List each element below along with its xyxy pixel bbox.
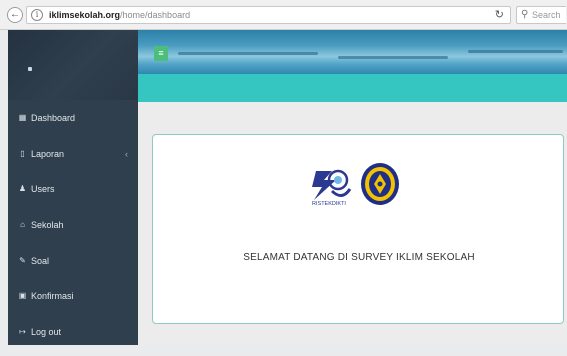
sidebar-item-users[interactable]: ♟ Users [8, 177, 138, 213]
back-arrow-icon[interactable]: ← [7, 7, 23, 23]
sidebar: ▦ Dashboard ▯ Laporan ‹ ♟ Users ⌂ Sekola… [8, 30, 138, 345]
sidebar-item-label: Konfirmasi [31, 291, 74, 302]
welcome-text: SELAMAT DATANG DI SURVEY IKLIM SEKOLAH [243, 252, 475, 263]
url-path: /home/dashboard [120, 10, 191, 20]
confirm-check-icon: ▣ [18, 291, 27, 301]
url-host: iklimsekolah.org [49, 10, 121, 20]
logout-icon: ↦ [19, 327, 26, 337]
edit-pencil-icon: ✎ [19, 255, 26, 265]
banner-wave [178, 52, 318, 55]
sidebar-item-label: Laporan [31, 148, 65, 159]
info-icon[interactable]: i [31, 9, 43, 21]
sidebar-item-label: Sekolah [31, 220, 64, 231]
search-placeholder: Search [532, 10, 561, 20]
sidebar-item-konfirmasi[interactable]: ▣ Konfirmasi [8, 284, 138, 320]
search-input[interactable]: ⚲ Search [516, 6, 566, 24]
reload-icon[interactable]: ↻ [495, 8, 504, 21]
sidebar-nav: ▦ Dashboard ▯ Laporan ‹ ♟ Users ⌂ Sekola… [8, 106, 138, 356]
user-icon: ♟ [18, 184, 27, 194]
document-icon: ▯ [20, 148, 25, 158]
sidebar-item-dashboard[interactable]: ▦ Dashboard [8, 106, 138, 142]
sidebar-item-label: Dashboard [31, 113, 76, 123]
uny-logo [361, 163, 399, 205]
sidebar-item-soal[interactable]: ✎ Soal [8, 249, 138, 285]
sidebar-item-sekolah[interactable]: ⌂ Sekolah [8, 213, 138, 249]
search-icon: ⚲ [521, 9, 529, 20]
sidebar-item-label: Log out [31, 327, 62, 338]
banner-wave [338, 56, 448, 59]
school-building-icon: ⌂ [20, 220, 25, 230]
dashboard-grid-icon: ▦ [18, 113, 27, 122]
ristekdikti-logo-text: RISTEKDIKTI [312, 201, 346, 207]
url-text[interactable]: iklimsekolah.org/home/dashboard [49, 9, 190, 22]
header-banner: ≡ [138, 30, 567, 74]
ristekdikti-logo: RISTEKDIKTI [312, 169, 352, 207]
sidebar-logo-mark [28, 67, 32, 71]
header-band [138, 74, 567, 102]
welcome-card: RISTEKDIKTI SELAMAT DATANG DI SURVEY IKL… [152, 134, 564, 324]
address-bar[interactable]: i iklimsekolah.org/home/dashboard ↻ [26, 6, 511, 24]
menu-toggle-icon[interactable]: ≡ [154, 46, 168, 61]
browser-toolbar: ← i iklimsekolah.org/home/dashboard ↻ ⚲ … [0, 0, 567, 30]
chevron-left-icon[interactable]: ‹ [125, 149, 128, 159]
sidebar-item-logout[interactable]: ↦ Log out [8, 320, 138, 356]
sidebar-logo-area [8, 30, 138, 100]
sidebar-item-laporan[interactable]: ▯ Laporan ‹ [8, 142, 138, 178]
sidebar-item-label: Soal [31, 255, 50, 266]
sidebar-item-label: Users [31, 184, 55, 195]
banner-wave [468, 50, 563, 53]
